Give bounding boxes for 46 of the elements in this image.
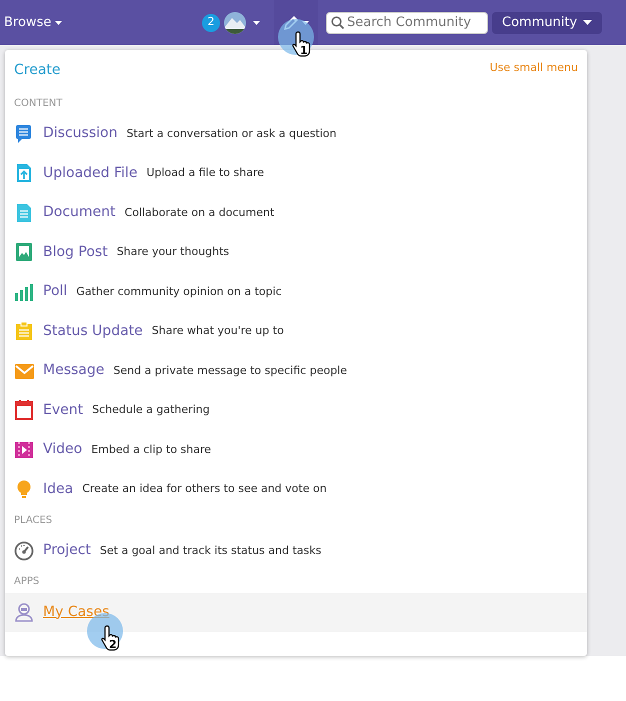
menu-item[interactable]: Discussion Start a conversation or ask a question	[5, 114, 587, 154]
step-number: 1	[300, 43, 308, 59]
person-headset-icon	[14, 602, 34, 622]
calendar-icon	[14, 400, 34, 420]
item-description: Start a conversation or ask a question	[126, 126, 336, 142]
search-icon	[331, 16, 344, 29]
item-description: Share your thoughts	[116, 244, 230, 260]
menu-item[interactable]: Document Collaborate on a document	[5, 193, 587, 232]
step-number: 2	[109, 636, 117, 652]
browse-menu[interactable]: Browse	[4, 12, 62, 32]
item-description: Collaborate on a document	[124, 204, 274, 220]
item-description: Share what you're up to	[152, 323, 284, 339]
section-heading: PLACES	[13, 514, 54, 528]
menu-title: Create	[14, 61, 61, 80]
menu-item[interactable]: Poll Gather community opinion on a topic	[5, 272, 587, 312]
menu-item[interactable]: Message Send a private message to specific people	[5, 351, 587, 390]
menu-item[interactable]: Project Set a goal and track its status and tasks	[5, 531, 587, 570]
item-description: Embed a clip to share	[91, 442, 212, 458]
avatar-icon[interactable]	[224, 12, 246, 34]
upload-file-icon	[14, 163, 34, 184]
caret-icon	[253, 20, 260, 24]
item-description: Upload a file to share	[146, 165, 264, 181]
item-description: Send a private message to specific people	[113, 362, 348, 378]
clipboard-icon	[14, 321, 34, 342]
caret-icon	[583, 20, 592, 25]
menu-item[interactable]: Event Schedule a gathering	[5, 390, 587, 430]
caret-icon	[55, 20, 62, 24]
menu-item[interactable]: Blog Post Share your thoughts	[5, 232, 587, 272]
item-description: Gather community opinion on a topic	[76, 284, 282, 300]
menu-item[interactable]: Uploaded File Upload a file to share	[5, 154, 587, 193]
document-icon	[14, 202, 34, 223]
item-description: Schedule a gathering	[92, 402, 210, 418]
community-dropdown[interactable]: Community	[492, 12, 602, 34]
menu-item[interactable]: Status Update Share what you're up to	[5, 312, 587, 351]
section-heading: APPS	[13, 575, 40, 589]
item-description: Create an idea for others to see and vote on	[82, 481, 327, 497]
section-heading: CONTENT	[13, 96, 64, 110]
speech-bubble-icon	[14, 124, 34, 144]
image-icon	[14, 242, 34, 262]
menu-item[interactable]: Idea Create an idea for others to see and vote on	[5, 470, 587, 509]
item-description: Set a goal and track its status and tasks	[100, 542, 322, 558]
menu-item[interactable]: Video Embed a clip to share	[5, 430, 587, 470]
gauge-icon	[14, 540, 34, 561]
film-icon	[14, 440, 34, 460]
bar-chart-icon	[14, 282, 34, 302]
search-field[interactable]: Search Community	[326, 12, 488, 34]
